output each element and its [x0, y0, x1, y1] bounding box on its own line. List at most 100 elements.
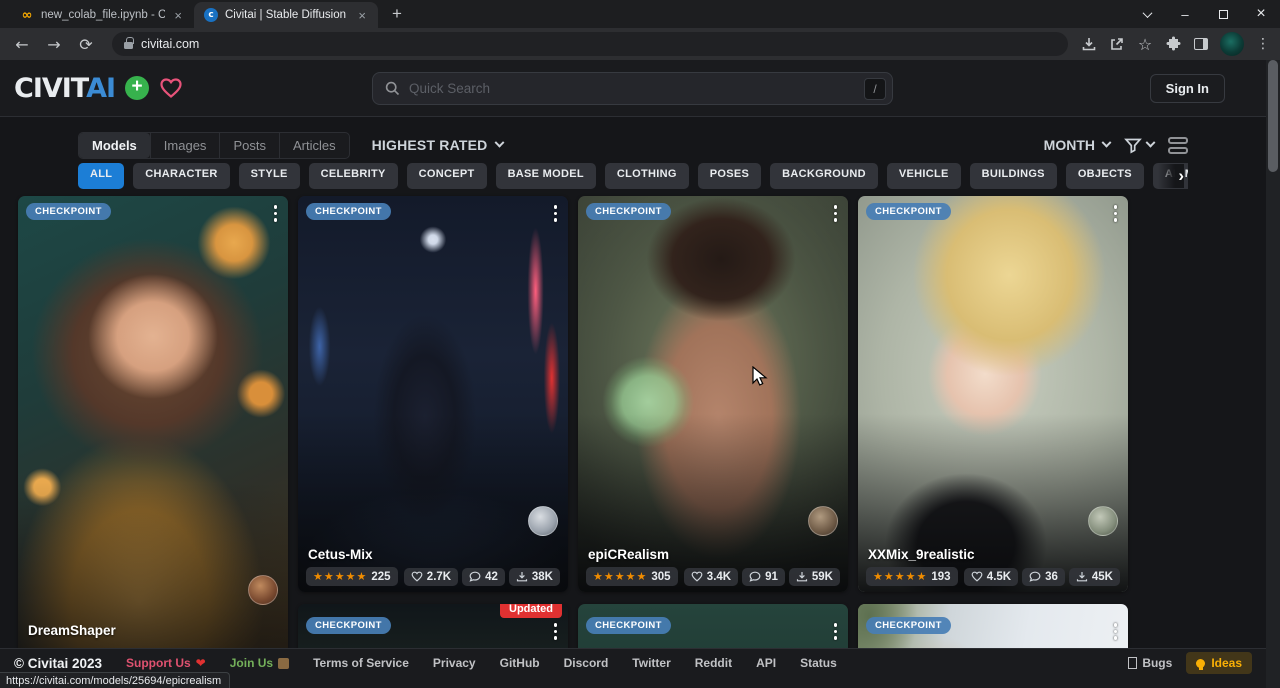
tab-images[interactable]: Images [150, 133, 220, 158]
category-chip[interactable]: VEHICLE [887, 163, 961, 189]
scrollbar-thumb[interactable] [1268, 60, 1278, 172]
quick-search-bar[interactable]: / [372, 72, 893, 105]
tab-close-icon[interactable]: × [172, 8, 184, 23]
categories-scroll-right-icon[interactable]: › [1158, 164, 1184, 188]
create-plus-button[interactable]: + [125, 76, 149, 100]
card-menu-icon[interactable] [831, 620, 841, 643]
sign-in-button[interactable]: Sign In [1150, 74, 1225, 103]
address-bar[interactable]: civitai.com [112, 32, 1068, 56]
model-card-dreamshaper[interactable]: CHECKPOINT DreamShaper [18, 196, 288, 688]
ideas-button[interactable]: Ideas [1186, 652, 1252, 674]
creator-avatar[interactable] [808, 506, 838, 536]
engagement-stats: 2.7K 42 38K [404, 568, 560, 586]
bugs-button[interactable]: Bugs [1128, 656, 1172, 670]
window-controls: – × [1128, 0, 1280, 28]
category-chip[interactable]: STYLE [239, 163, 300, 189]
funnel-icon [1124, 137, 1142, 154]
category-chip-all[interactable]: ALL [78, 163, 124, 189]
close-button[interactable]: × [1242, 0, 1280, 28]
model-stats: ★★★★★193 4.5K 36 45K [866, 567, 1120, 586]
page-scrollbar[interactable] [1266, 60, 1280, 688]
download-icon[interactable] [1080, 35, 1098, 53]
search-input[interactable] [409, 81, 864, 96]
card-menu-icon[interactable] [551, 202, 561, 225]
favorites-heart-icon[interactable] [159, 77, 183, 99]
card-gradient-overlay [858, 196, 1128, 592]
tab-close-icon[interactable]: × [356, 8, 368, 23]
maximize-button[interactable] [1204, 0, 1242, 28]
card-gradient-overlay [578, 196, 848, 592]
model-type-badge: CHECKPOINT [306, 617, 391, 634]
civitai-favicon-icon: c [204, 8, 218, 22]
category-chip[interactable]: CELEBRITY [309, 163, 398, 189]
discord-link[interactable]: Discord [564, 656, 609, 670]
category-chip[interactable]: BASE MODEL [496, 163, 596, 189]
tab-models[interactable]: Models [79, 133, 150, 158]
link-status-bubble: https://civitai.com/models/25694/epicrea… [0, 672, 230, 688]
rating-count: 193 [931, 571, 950, 583]
extensions-icon[interactable] [1164, 35, 1182, 53]
tab-posts[interactable]: Posts [219, 133, 279, 158]
tab-title: Civitai | Stable Diffusion models, [225, 9, 349, 21]
browser-menu-icon[interactable]: ⋮ [1254, 35, 1272, 53]
api-link[interactable]: API [756, 656, 776, 670]
side-panel-icon[interactable] [1192, 35, 1210, 53]
toolbar-icons: ☆ ⋮ [1080, 32, 1272, 56]
sort-dropdown[interactable]: HIGHEST RATED [372, 137, 504, 153]
model-card-cetus-mix[interactable]: CHECKPOINT Cetus-Mix ★★★★★225 2.7K 42 38… [298, 196, 568, 592]
twitter-link[interactable]: Twitter [632, 656, 670, 670]
heart-icon: ❤ [196, 656, 206, 670]
briefcase-icon [278, 658, 289, 669]
star-rating-icon: ★★★★★ [313, 570, 367, 583]
model-title: XXMix_9realistic [868, 547, 1118, 562]
search-icon [385, 81, 400, 96]
new-tab-button[interactable]: + [386, 4, 408, 24]
status-link[interactable]: Status [800, 656, 837, 670]
join-us-link[interactable]: Join Us [230, 656, 289, 670]
reddit-link[interactable]: Reddit [695, 656, 732, 670]
model-type-badge: CHECKPOINT [586, 203, 671, 220]
browser-tab-civitai[interactable]: c Civitai | Stable Diffusion models, × [194, 2, 378, 28]
github-link[interactable]: GitHub [500, 656, 540, 670]
filter-dropdown[interactable] [1124, 137, 1154, 154]
creator-avatar[interactable] [1088, 506, 1118, 536]
card-menu-icon[interactable] [551, 620, 561, 643]
forward-button[interactable]: → [40, 31, 68, 57]
layout-toggle-icon[interactable] [1168, 137, 1188, 154]
category-chip[interactable]: CONCEPT [407, 163, 487, 189]
card-menu-icon[interactable] [271, 202, 281, 225]
category-chip[interactable]: BUILDINGS [970, 163, 1057, 189]
mouse-cursor [751, 366, 768, 393]
tab-articles[interactable]: Articles [279, 133, 349, 158]
feed-filters: MONTH [1044, 137, 1188, 154]
support-us-link[interactable]: Support Us❤ [126, 656, 206, 670]
bookmark-star-icon[interactable]: ☆ [1136, 35, 1154, 53]
category-chip[interactable]: BACKGROUND [770, 163, 878, 189]
browser-tab-strip: ∞ new_colab_file.ipynb - Colaborat × c C… [0, 0, 1280, 28]
browser-tab-colab[interactable]: ∞ new_colab_file.ipynb - Colaborat × [10, 2, 194, 28]
window-menu-button[interactable] [1128, 0, 1166, 28]
privacy-link[interactable]: Privacy [433, 656, 476, 670]
model-card-epicrealism[interactable]: CHECKPOINT epiCRealism ★★★★★305 3.4K 91 … [578, 196, 848, 592]
terms-link[interactable]: Terms of Service [313, 656, 409, 670]
card-menu-icon[interactable] [1111, 202, 1121, 225]
civitai-logo[interactable]: CIVITAI [14, 73, 115, 104]
share-icon[interactable] [1108, 35, 1126, 53]
model-card-xxmix[interactable]: CHECKPOINT XXMix_9realistic ★★★★★193 4.5… [858, 196, 1128, 592]
card-menu-icon[interactable] [1111, 620, 1121, 643]
creator-avatar[interactable] [528, 506, 558, 536]
creator-avatar[interactable] [248, 575, 278, 605]
card-menu-icon[interactable] [831, 202, 841, 225]
minimize-button[interactable]: – [1166, 0, 1204, 28]
back-button[interactable]: ← [8, 31, 36, 57]
period-dropdown[interactable]: MONTH [1044, 137, 1110, 153]
category-chip[interactable]: CLOTHING [605, 163, 689, 189]
engagement-stats: 4.5K 36 45K [964, 568, 1120, 586]
category-chip[interactable]: OBJECTS [1066, 163, 1144, 189]
profile-avatar[interactable] [1220, 32, 1244, 56]
category-chip[interactable]: CHARACTER [133, 163, 229, 189]
star-rating-icon: ★★★★★ [593, 570, 647, 583]
category-chip[interactable]: POSES [698, 163, 761, 189]
reload-button[interactable]: ⟳ [72, 31, 100, 57]
model-title: epiCRealism [588, 547, 838, 562]
